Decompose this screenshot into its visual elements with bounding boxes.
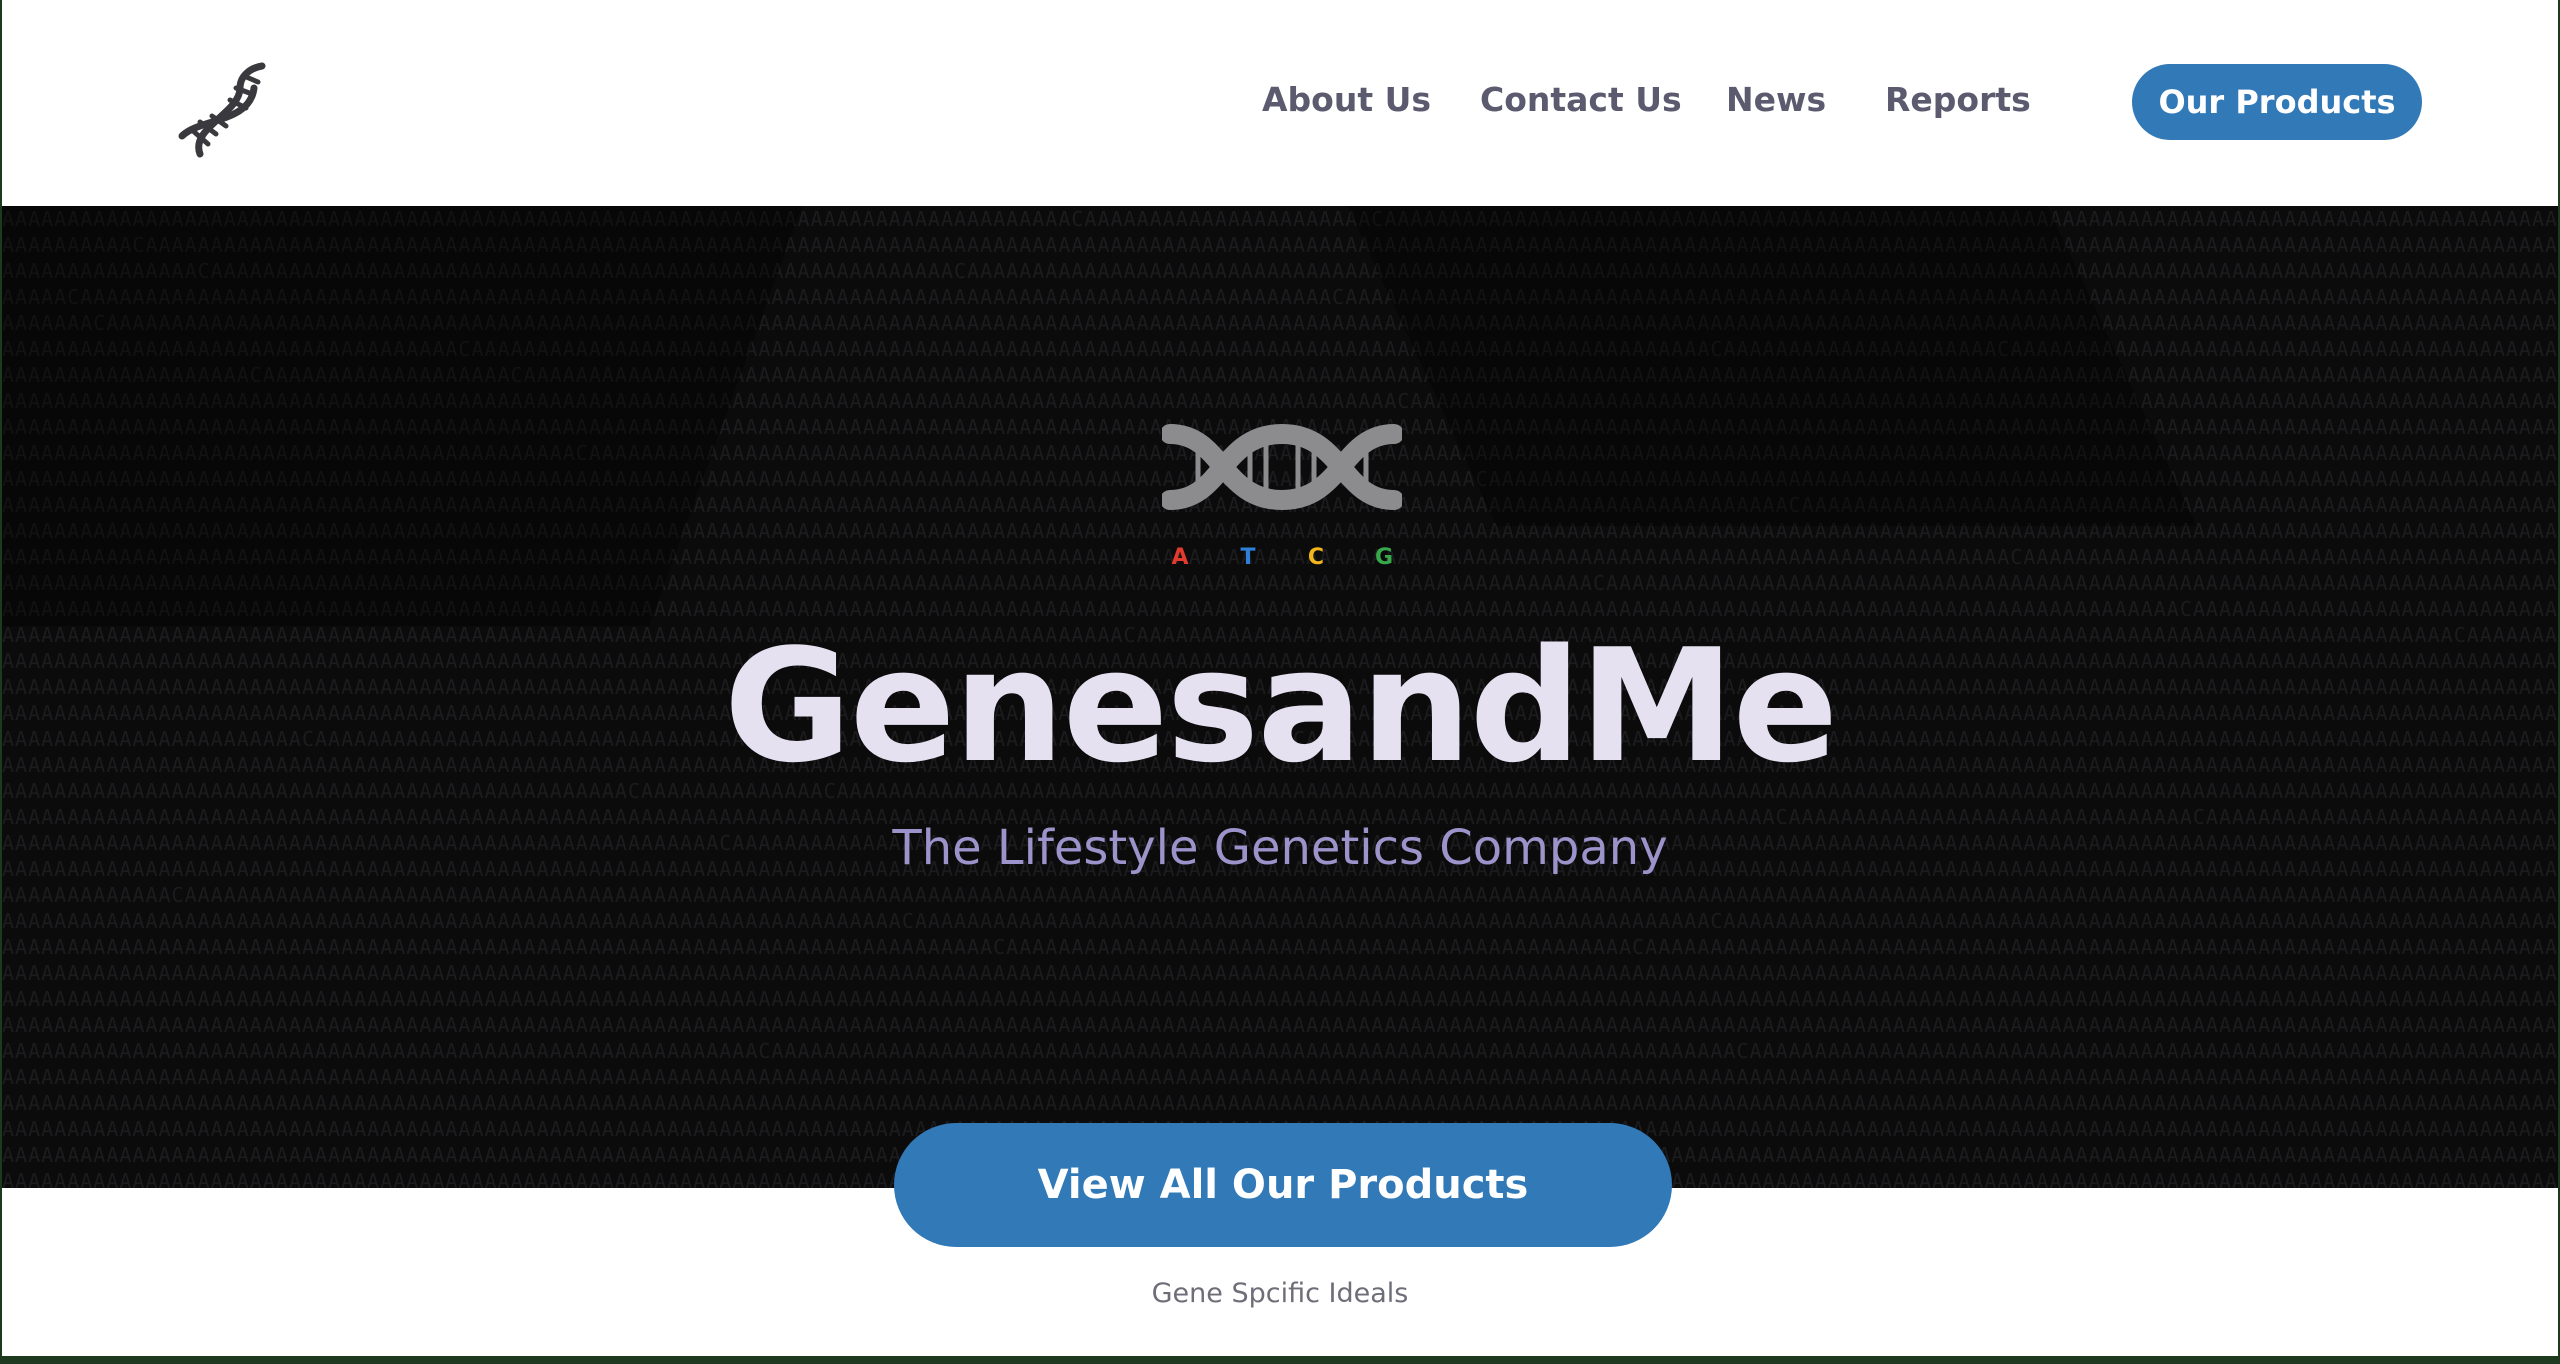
nav-link-contact-us[interactable]: Contact Us (1480, 78, 1682, 122)
hero-dna-emblem: A T C G (1162, 423, 1402, 570)
our-products-button[interactable]: Our Products (2132, 64, 2422, 140)
top-navbar: About Us Contact Us News Reports Our Pro… (2, 0, 2558, 206)
background-shape (1347, 206, 2197, 526)
site-logo[interactable] (170, 58, 274, 162)
browser-page: About Us Contact Us News Reports Our Pro… (2, 0, 2558, 1356)
nav-link-news[interactable]: News (1726, 78, 1826, 122)
hero-subtitle: The Lifestyle Genetics Company (892, 820, 1668, 876)
emblem-letter-g: G (1375, 545, 1393, 570)
view-all-products-button[interactable]: View All Our Products (894, 1123, 1672, 1247)
nav-link-reports[interactable]: Reports (1885, 78, 2031, 122)
emblem-letter-c: C (1308, 545, 1324, 570)
hero-title: GenesandMe (723, 615, 1839, 797)
emblem-letter-a: A (1171, 545, 1188, 570)
emblem-letter-t: T (1240, 545, 1255, 570)
dna-helix-icon (178, 62, 266, 158)
nav-link-about-us[interactable]: About Us (1262, 78, 1431, 122)
dna-helix-icon (1162, 423, 1402, 511)
hero-section: AAAAAAAAAAAAAAAAAAAAAAAAAAAAAAAAAAAAAAAA… (2, 206, 2558, 1188)
tagline: Gene Spcific Ideals (1151, 1278, 1409, 1309)
